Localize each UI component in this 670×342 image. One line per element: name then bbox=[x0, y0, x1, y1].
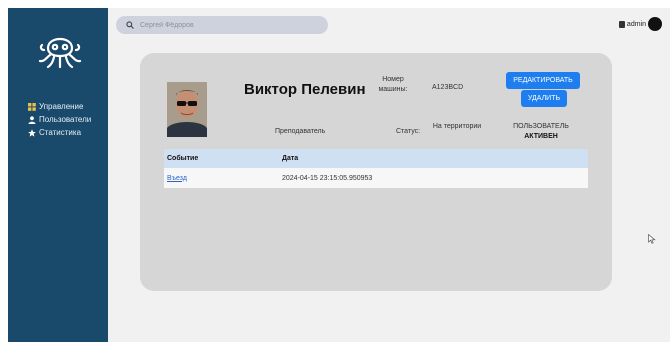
profile-role: Преподаватель bbox=[275, 128, 326, 135]
sidebar-item-label: Статистика bbox=[39, 128, 82, 137]
sidebar-item-label: Управление bbox=[39, 102, 84, 111]
sidebar: Управление Пользователи Статистика bbox=[8, 8, 108, 342]
user-icon bbox=[28, 115, 36, 124]
user-menu[interactable]: admin bbox=[618, 17, 662, 31]
status-label: Статус: bbox=[396, 128, 421, 135]
app-window: Управление Пользователи Статистика a bbox=[0, 0, 670, 342]
profile-name: Виктор Пелевин bbox=[244, 81, 366, 98]
column-header-date: Дата bbox=[282, 155, 299, 162]
user-state-value: АКТИВЕН bbox=[524, 133, 558, 140]
column-header-event: Событие bbox=[167, 155, 199, 162]
status-value: На территории bbox=[432, 123, 482, 130]
sidebar-item-management[interactable]: Управление bbox=[28, 100, 91, 113]
user-state: ПОЛЬЗОВАТЕЛЬ АКТИВЕН bbox=[511, 122, 571, 142]
table-row: Въезд 2024-04-15 23:15:05.950953 bbox=[164, 168, 588, 188]
mouse-cursor-icon bbox=[648, 234, 656, 244]
car-number-label: Номер машины: bbox=[378, 76, 408, 93]
main-area: admin Виктор Пелевин Номер машины: A123B… bbox=[108, 8, 670, 342]
edit-button[interactable]: РЕДАКТИРОВАТЬ bbox=[506, 72, 580, 89]
event-cell: Въезд bbox=[164, 175, 282, 182]
search-bar[interactable] bbox=[116, 16, 328, 34]
events-table: Событие Дата Въезд 2024-04-15 23:15:05.9… bbox=[164, 149, 588, 188]
profile-photo bbox=[167, 82, 207, 137]
octopus-icon bbox=[38, 37, 82, 69]
search-input[interactable] bbox=[140, 21, 320, 29]
user-name: admin bbox=[626, 20, 646, 28]
grid-icon bbox=[28, 102, 36, 111]
delete-button[interactable]: УДАЛИТЬ bbox=[521, 90, 567, 107]
user-state-title: ПОЛЬЗОВАТЕЛЬ bbox=[513, 123, 569, 130]
date-cell: 2024-04-15 23:15:05.950953 bbox=[282, 174, 373, 182]
top-strip bbox=[0, 0, 670, 8]
car-number-value: A123BCD bbox=[432, 84, 464, 91]
sidebar-item-users[interactable]: Пользователи bbox=[28, 113, 91, 126]
star-icon bbox=[28, 128, 36, 137]
event-link[interactable]: Въезд bbox=[167, 175, 187, 182]
sidebar-item-label: Пользователи bbox=[39, 115, 92, 124]
table-header: Событие Дата bbox=[164, 149, 588, 168]
user-card-icon bbox=[618, 20, 625, 28]
sidebar-nav: Управление Пользователи Статистика bbox=[28, 100, 91, 139]
avatar[interactable] bbox=[648, 17, 662, 31]
profile-card: Виктор Пелевин Номер машины: A123BCD РЕД… bbox=[140, 53, 612, 291]
sidebar-item-statistics[interactable]: Статистика bbox=[28, 126, 91, 139]
search-icon bbox=[126, 21, 134, 29]
